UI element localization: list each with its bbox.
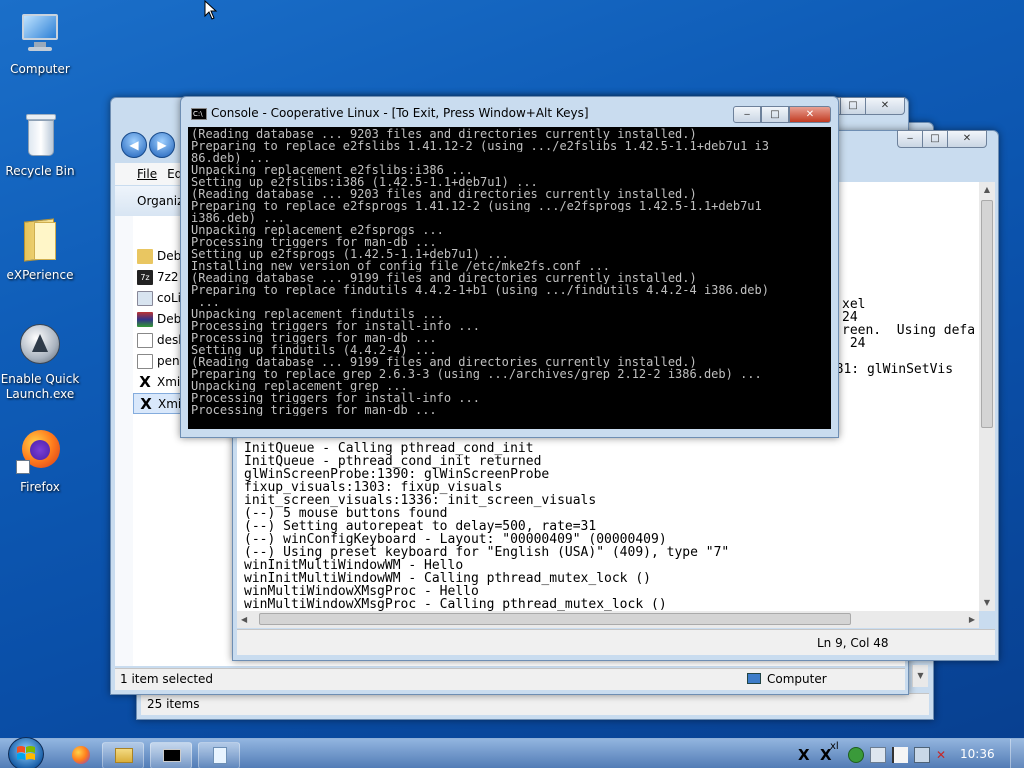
app-icon bbox=[137, 291, 153, 306]
minimize-button[interactable]: ‒ bbox=[733, 106, 761, 123]
console-text: (Reading database ... 9203 files and dir… bbox=[191, 128, 769, 416]
desktop-icon-enable-quick-launch[interactable]: Enable Quick Launch.exe bbox=[0, 320, 80, 402]
file-icon bbox=[137, 333, 153, 348]
desktop-icon-firefox[interactable]: Firefox bbox=[0, 428, 80, 494]
security-tray-icon[interactable] bbox=[848, 747, 864, 763]
scroll-left-button[interactable]: ◀ bbox=[241, 611, 247, 628]
scroll-thumb[interactable] bbox=[981, 200, 993, 428]
volume-muted-icon[interactable]: ✕ bbox=[936, 747, 952, 763]
forward-button[interactable]: ▶ bbox=[149, 132, 175, 158]
archive-icon bbox=[137, 312, 153, 327]
back-arrow-icon: ◀ bbox=[129, 138, 139, 152]
folder-icon bbox=[16, 216, 64, 264]
computer-small-icon bbox=[747, 673, 761, 684]
clock[interactable]: 10:36 bbox=[960, 747, 995, 761]
status-bar: Ln 9, Col 48 bbox=[237, 629, 995, 655]
folder-icon bbox=[115, 748, 133, 763]
minimize-button[interactable]: ‒ bbox=[897, 130, 923, 148]
vertical-scrollbar[interactable]: ▲ ▼ bbox=[979, 182, 995, 611]
back-button[interactable]: ◀ bbox=[121, 132, 147, 158]
desktop-icon-label: Computer bbox=[10, 62, 70, 76]
show-desktop-button[interactable] bbox=[1010, 739, 1024, 768]
xming-icon: X bbox=[139, 373, 151, 391]
mouse-cursor-icon bbox=[204, 0, 218, 20]
scroll-right-button[interactable]: ▶ bbox=[969, 611, 975, 628]
folder-icon bbox=[137, 249, 153, 264]
computer-icon bbox=[16, 10, 64, 58]
close-button[interactable]: ✕ bbox=[865, 97, 905, 115]
desktop-icon-label: Firefox bbox=[20, 480, 60, 494]
console-window[interactable]: C:\ Console - Cooperative Linux - [To Ex… bbox=[180, 96, 839, 438]
window-title: Console - Cooperative Linux - [To Exit, … bbox=[211, 106, 589, 120]
xming-icon: X bbox=[140, 395, 152, 413]
desktop-icon-label: Enable Quick Launch.exe bbox=[0, 372, 80, 401]
text-tray-icon[interactable]: xl bbox=[830, 741, 846, 757]
status-item-count: 25 items bbox=[147, 697, 200, 711]
console-app-icon: C:\ bbox=[191, 108, 207, 120]
desktop-icon-label: eXPerience bbox=[6, 268, 74, 282]
status-selection: 1 item selected bbox=[120, 672, 214, 686]
close-button[interactable]: ✕ bbox=[789, 106, 831, 123]
network-tray-icon[interactable] bbox=[870, 747, 886, 763]
taskbar-firefox[interactable] bbox=[66, 743, 96, 767]
menu-file[interactable]: File bbox=[137, 167, 157, 181]
maximize-button[interactable]: □ bbox=[840, 97, 866, 115]
firefox-icon bbox=[16, 428, 64, 476]
file-icon bbox=[137, 354, 153, 369]
archive-icon: 7z bbox=[137, 270, 153, 285]
scroll-thumb[interactable] bbox=[259, 613, 851, 625]
maximize-button[interactable]: □ bbox=[922, 130, 948, 148]
console-output[interactable]: (Reading database ... 9203 files and dir… bbox=[188, 127, 831, 429]
status-bar: 1 item selected Computer bbox=[115, 668, 905, 690]
forward-arrow-icon: ▶ bbox=[157, 138, 167, 152]
flag-tray-icon[interactable] bbox=[892, 747, 908, 763]
desktop-icon-label: Recycle Bin bbox=[5, 164, 75, 178]
recycle-bin-icon bbox=[16, 112, 64, 160]
status-location: Computer bbox=[767, 672, 827, 686]
firefox-icon bbox=[72, 746, 90, 764]
notepad-icon bbox=[213, 747, 227, 764]
taskbar-notepad[interactable] bbox=[198, 742, 240, 768]
xming-tray-icon[interactable]: X bbox=[798, 747, 814, 763]
taskbar-console[interactable] bbox=[150, 742, 192, 768]
monitor-tray-icon[interactable] bbox=[914, 747, 930, 763]
taskbar-explorer[interactable] bbox=[102, 742, 144, 768]
taskbar: X X xl ✕ 10:36 bbox=[0, 737, 1024, 768]
log-text: InitQueue - Calling pthread_cond_init In… bbox=[244, 441, 730, 611]
close-button[interactable]: ✕ bbox=[947, 130, 987, 148]
desktop-icon-experience[interactable]: eXPerience bbox=[0, 216, 80, 282]
horizontal-scrollbar[interactable]: ◀ ▶ bbox=[237, 611, 979, 628]
desktop-icon-recycle-bin[interactable]: Recycle Bin bbox=[0, 112, 80, 178]
scroll-up-button[interactable]: ▲ bbox=[979, 182, 995, 198]
desktop-icon-computer[interactable]: Computer bbox=[0, 10, 80, 76]
maximize-button[interactable]: □ bbox=[761, 106, 789, 123]
navigation-pane bbox=[115, 216, 133, 666]
vertical-scrollbar[interactable]: ▼ bbox=[912, 665, 928, 687]
windows-logo-icon bbox=[17, 746, 35, 760]
app-launcher-icon bbox=[16, 320, 64, 368]
console-icon bbox=[163, 749, 181, 762]
status-bar: 25 items bbox=[141, 693, 929, 715]
scroll-down-button[interactable]: ▼ bbox=[979, 595, 995, 611]
status-cursor-position: Ln 9, Col 48 bbox=[817, 636, 889, 650]
start-button[interactable] bbox=[8, 737, 44, 768]
log-text-behind: xel 24 reen. Using defa 24 1581: glWinSe… bbox=[820, 297, 976, 377]
